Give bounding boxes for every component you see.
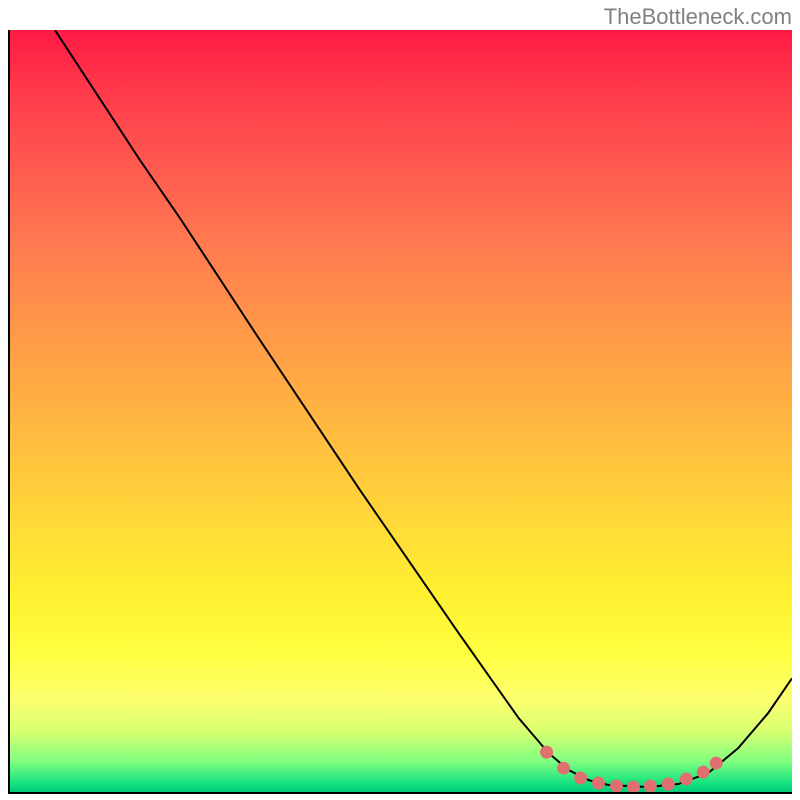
highlight-dot <box>610 780 623 792</box>
highlight-dot <box>662 778 675 791</box>
highlight-dots-group <box>540 746 723 792</box>
highlight-dot <box>697 766 710 779</box>
highlight-dot <box>574 772 587 785</box>
highlight-dot <box>540 746 553 759</box>
highlight-dot <box>680 773 693 786</box>
highlight-dot <box>644 780 657 792</box>
highlight-dot <box>592 777 605 790</box>
highlight-dot <box>627 781 640 792</box>
plot-area <box>8 30 792 794</box>
bottleneck-curve <box>55 30 792 787</box>
attribution-label: TheBottleneck.com <box>604 4 792 30</box>
chart-svg <box>10 30 792 792</box>
highlight-dot <box>710 757 723 770</box>
highlight-dot <box>557 762 570 775</box>
